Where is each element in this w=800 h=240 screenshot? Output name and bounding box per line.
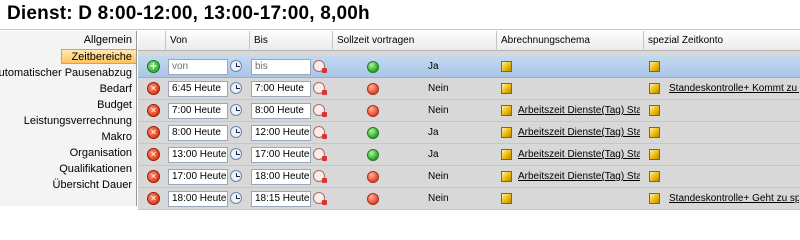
sidebar-item-bedarf[interactable]: Bedarf <box>100 82 132 97</box>
clock-icon[interactable] <box>230 192 242 204</box>
sidebar-item-leistungsverrechnung[interactable]: Leistungsverrechnung <box>24 114 132 129</box>
sollzeit-value: Nein <box>428 193 449 204</box>
von-input[interactable]: 13:00 Heute <box>168 147 228 163</box>
delete-circle-icon[interactable]: ✕ <box>147 82 160 95</box>
cube-icon[interactable] <box>501 105 512 116</box>
clock-icon[interactable] <box>230 104 242 116</box>
cube-icon[interactable] <box>649 149 660 160</box>
clock-clear-icon[interactable] <box>313 192 327 205</box>
header-bis[interactable]: Bis <box>249 31 332 51</box>
abrechnung-link[interactable]: Arbeitszeit Dienste(Tag) Standa <box>518 166 640 188</box>
clock-clear-icon[interactable] <box>313 148 327 161</box>
bis-input[interactable]: bis <box>251 59 311 75</box>
sidebar: Allgemein Zeitbereiche Automatischer Pau… <box>0 31 137 206</box>
von-input[interactable]: 18:00 Heute <box>168 191 228 207</box>
bis-input[interactable]: 7:00 Heute <box>251 81 311 97</box>
status-red-icon <box>367 171 379 183</box>
cube-icon[interactable] <box>649 83 660 94</box>
delete-circle-icon[interactable]: ✕ <box>147 192 160 205</box>
clock-icon[interactable] <box>230 82 242 94</box>
table-row[interactable]: ✕ 13:00 Heute 17:00 Heute Ja Arbeitszeit… <box>138 144 800 166</box>
zeitkonto-link[interactable]: Standeskontrolle+ Kommt zu früh <box>669 78 799 100</box>
clock-clear-icon[interactable] <box>313 82 327 95</box>
sidebar-item-organisation[interactable]: Organisation <box>70 146 132 161</box>
von-input[interactable]: 17:00 Heute <box>168 169 228 185</box>
bis-input[interactable]: 8:00 Heute <box>251 103 311 119</box>
cube-icon[interactable] <box>501 61 512 72</box>
sidebar-item-zeitbereiche[interactable]: Zeitbereiche <box>61 49 136 64</box>
sidebar-item-makro[interactable]: Makro <box>101 130 132 145</box>
table-row[interactable]: ✕ 17:00 Heute 18:00 Heute Nein Arbeitsze… <box>138 166 800 188</box>
delete-circle-icon[interactable]: ✕ <box>147 104 160 117</box>
sidebar-item-uebersicht-dauer[interactable]: Übersicht Dauer <box>53 178 132 193</box>
status-green-icon <box>367 149 379 161</box>
status-red-icon <box>367 83 379 95</box>
sidebar-item-automatischer-pausenabzug[interactable]: Automatischer Pausenabzug <box>0 66 132 81</box>
von-input[interactable]: 8:00 Heute <box>168 125 228 141</box>
clock-icon[interactable] <box>230 60 242 72</box>
sollzeit-value: Ja <box>428 61 439 72</box>
von-input[interactable]: 6:45 Heute <box>168 81 228 97</box>
table-row[interactable]: ✕ 18:00 Heute 18:15 Heute Nein Standesko… <box>138 188 800 210</box>
sidebar-item-qualifikationen[interactable]: Qualifikationen <box>59 162 132 177</box>
zeitkonto-link[interactable]: Standeskontrolle+ Geht zu spät <box>669 188 799 210</box>
header-abrechnungschema[interactable]: Abrechnungschema <box>496 31 643 51</box>
title-bar: Dienst: D 8:00-12:00, 13:00-17:00, 8,00h <box>0 0 800 30</box>
von-input[interactable]: von <box>168 59 228 75</box>
sollzeit-value: Nein <box>428 105 449 116</box>
bis-input[interactable]: 12:00 Heute <box>251 125 311 141</box>
header-spezial-zeitkonto[interactable]: spezial Zeitkonto <box>643 31 800 51</box>
clock-clear-icon[interactable] <box>313 170 327 183</box>
von-input[interactable]: 7:00 Heute <box>168 103 228 119</box>
cube-icon[interactable] <box>649 61 660 72</box>
delete-circle-icon[interactable]: ✕ <box>147 126 160 139</box>
sollzeit-value: Nein <box>428 171 449 182</box>
abrechnung-link[interactable]: Arbeitszeit Dienste(Tag) Standa <box>518 100 640 122</box>
header-action-column <box>138 31 165 51</box>
clock-icon[interactable] <box>230 170 242 182</box>
table-row[interactable]: ✕ 7:00 Heute 8:00 Heute Nein Arbeitszeit… <box>138 100 800 122</box>
clock-icon[interactable] <box>230 148 242 160</box>
table-row[interactable]: ✕ 8:00 Heute 12:00 Heute Ja Arbeitszeit … <box>138 122 800 144</box>
clock-clear-icon[interactable] <box>313 126 327 139</box>
header-von[interactable]: Von <box>165 31 249 51</box>
cube-icon[interactable] <box>501 193 512 204</box>
bis-input[interactable]: 18:15 Heute <box>251 191 311 207</box>
clock-icon[interactable] <box>230 126 242 138</box>
new-entry-row: + von bis Ja <box>138 56 800 78</box>
status-red-icon <box>367 193 379 205</box>
bis-input[interactable]: 18:00 Heute <box>251 169 311 185</box>
grid-header: Von Bis Sollzeit vortragen Abrechnungsch… <box>138 31 800 51</box>
sollzeit-value: Nein <box>428 83 449 94</box>
abrechnung-link[interactable]: Arbeitszeit Dienste(Tag) Standa <box>518 122 640 144</box>
cube-icon[interactable] <box>501 127 512 138</box>
cube-icon[interactable] <box>501 83 512 94</box>
header-sollzeit-vortragen[interactable]: Sollzeit vortragen <box>332 31 496 51</box>
sollzeit-value: Ja <box>428 127 439 138</box>
add-circle-icon[interactable]: + <box>147 60 160 73</box>
status-red-icon <box>367 105 379 117</box>
cube-icon[interactable] <box>649 171 660 182</box>
sidebar-item-allgemein[interactable]: Allgemein <box>84 33 132 48</box>
cube-icon[interactable] <box>649 193 660 204</box>
cube-icon[interactable] <box>501 149 512 160</box>
cube-icon[interactable] <box>649 105 660 116</box>
clock-clear-icon[interactable] <box>313 60 327 73</box>
cube-icon[interactable] <box>501 171 512 182</box>
status-green-icon <box>367 127 379 139</box>
sollzeit-value: Ja <box>428 149 439 160</box>
cube-icon[interactable] <box>649 127 660 138</box>
status-green-icon <box>367 61 379 73</box>
page-title: Dienst: D 8:00-12:00, 13:00-17:00, 8,00h <box>7 3 370 24</box>
table-row[interactable]: ✕ 6:45 Heute 7:00 Heute Nein Standeskont… <box>138 78 800 100</box>
sidebar-item-budget[interactable]: Budget <box>97 98 132 113</box>
bis-input[interactable]: 17:00 Heute <box>251 147 311 163</box>
delete-circle-icon[interactable]: ✕ <box>147 148 160 161</box>
clock-clear-icon[interactable] <box>313 104 327 117</box>
delete-circle-icon[interactable]: ✕ <box>147 170 160 183</box>
abrechnung-link[interactable]: Arbeitszeit Dienste(Tag) Standa <box>518 144 640 166</box>
zeitbereiche-grid: Von Bis Sollzeit vortragen Abrechnungsch… <box>138 31 800 210</box>
